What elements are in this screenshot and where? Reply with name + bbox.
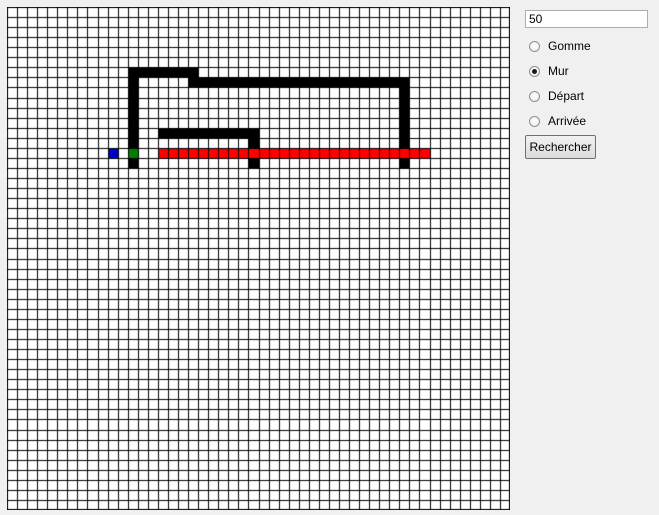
radio-mur[interactable]: Mur bbox=[529, 63, 569, 79]
grid-size-input[interactable] bbox=[525, 10, 648, 28]
radio-mur-label: Mur bbox=[548, 64, 569, 78]
radio-depart-indicator[interactable] bbox=[529, 90, 540, 102]
radio-gomme[interactable]: Gomme bbox=[529, 38, 591, 54]
radio-gomme-indicator[interactable] bbox=[529, 40, 540, 52]
radio-depart-label: Départ bbox=[548, 89, 585, 103]
maze-grid-canvas[interactable] bbox=[7, 7, 510, 510]
radio-gomme-label: Gomme bbox=[548, 39, 591, 53]
radio-arrivee[interactable]: Arrivée bbox=[529, 113, 586, 129]
radio-arrivee-indicator[interactable] bbox=[529, 115, 540, 127]
radio-mur-indicator[interactable] bbox=[529, 65, 540, 77]
search-button[interactable]: Rechercher bbox=[525, 135, 596, 159]
radio-depart[interactable]: Départ bbox=[529, 88, 584, 104]
radio-arrivee-label: Arrivée bbox=[548, 114, 587, 128]
